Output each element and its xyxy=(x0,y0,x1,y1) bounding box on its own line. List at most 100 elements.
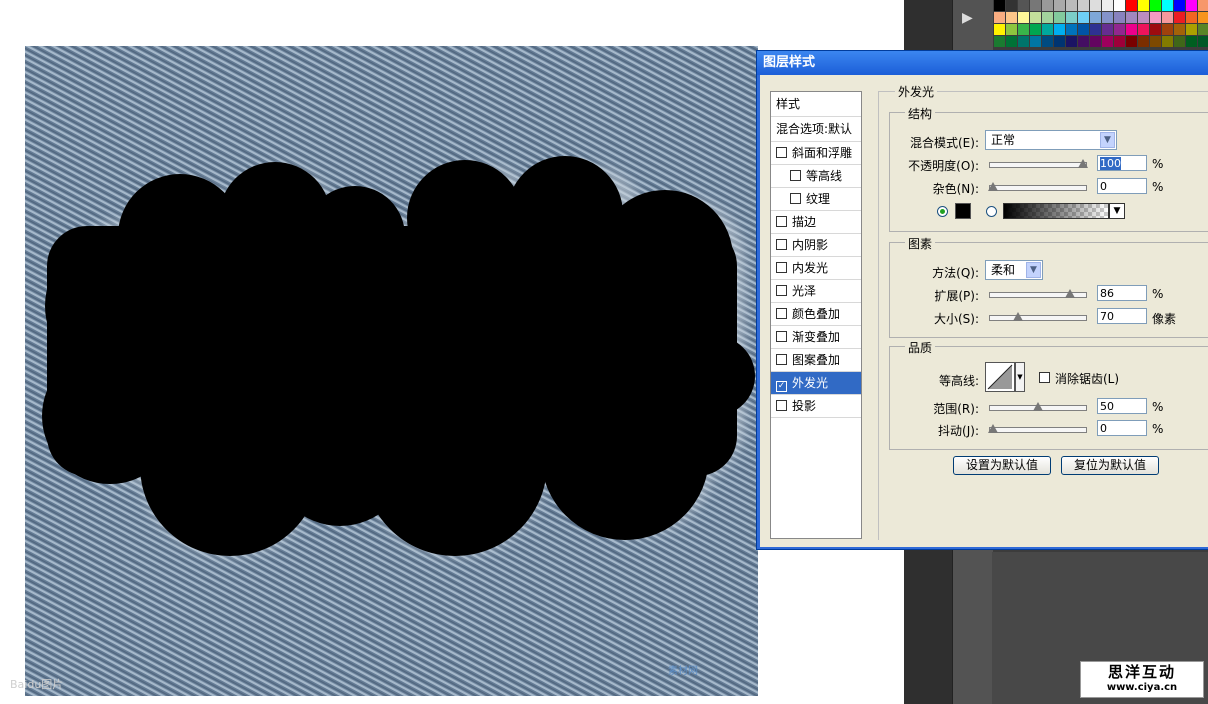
opacity-input[interactable]: 100 xyxy=(1097,155,1147,171)
color-swatch[interactable] xyxy=(1162,12,1173,23)
style-checkbox[interactable] xyxy=(776,354,787,365)
color-swatch[interactable] xyxy=(1198,12,1208,23)
color-swatch[interactable] xyxy=(1030,12,1041,23)
style-checkbox[interactable] xyxy=(776,262,787,273)
color-swatch[interactable] xyxy=(1138,36,1149,47)
color-swatch[interactable] xyxy=(1066,12,1077,23)
antialias-checkbox[interactable] xyxy=(1039,372,1050,383)
color-swatch[interactable] xyxy=(1150,0,1161,11)
color-swatch[interactable] xyxy=(1090,24,1101,35)
color-swatch[interactable] xyxy=(1186,24,1197,35)
color-swatch[interactable] xyxy=(1066,0,1077,11)
color-swatch[interactable] xyxy=(1198,0,1208,11)
noise-slider[interactable] xyxy=(988,182,1087,191)
style-checkbox[interactable] xyxy=(790,170,801,181)
jitter-input[interactable]: 0 xyxy=(1097,420,1147,436)
color-swatch[interactable] xyxy=(1066,36,1077,47)
color-swatch[interactable] xyxy=(1102,12,1113,23)
color-swatch[interactable] xyxy=(994,0,1005,11)
color-swatch[interactable] xyxy=(1054,0,1065,11)
range-input[interactable]: 50 xyxy=(1097,398,1147,414)
color-swatch[interactable] xyxy=(1018,24,1029,35)
color-swatch[interactable] xyxy=(1042,0,1053,11)
color-swatch[interactable] xyxy=(1078,0,1089,11)
color-swatch[interactable] xyxy=(994,12,1005,23)
chevron-down-icon[interactable]: ▼ xyxy=(1015,362,1025,392)
style-checkbox[interactable] xyxy=(776,400,787,411)
opacity-slider-thumb[interactable] xyxy=(1078,159,1088,168)
color-swatch[interactable] xyxy=(1030,36,1041,47)
color-swatch[interactable] xyxy=(1030,0,1041,11)
style-list-item[interactable]: 图案叠加 xyxy=(771,349,861,372)
swatches-panel[interactable] xyxy=(994,0,1208,48)
color-swatch[interactable] xyxy=(1126,36,1137,47)
range-slider[interactable] xyxy=(989,402,1087,411)
color-swatch[interactable] xyxy=(1054,24,1065,35)
color-swatch[interactable] xyxy=(1126,12,1137,23)
color-swatch[interactable] xyxy=(1198,36,1208,47)
color-swatch[interactable] xyxy=(1186,0,1197,11)
color-swatch[interactable] xyxy=(1102,36,1113,47)
style-checkbox[interactable] xyxy=(776,331,787,342)
color-swatch[interactable] xyxy=(1126,24,1137,35)
color-swatch[interactable] xyxy=(1114,12,1125,23)
color-swatch[interactable] xyxy=(1090,36,1101,47)
range-slider-thumb[interactable] xyxy=(1033,402,1043,411)
color-swatch[interactable] xyxy=(1114,0,1125,11)
style-list-item[interactable]: 内阴影 xyxy=(771,234,861,257)
color-swatch[interactable] xyxy=(1174,0,1185,11)
play-icon[interactable]: ▶ xyxy=(962,10,973,26)
color-swatch[interactable] xyxy=(1090,0,1101,11)
color-swatch[interactable] xyxy=(1174,24,1185,35)
chevron-down-icon[interactable]: ▼ xyxy=(1109,203,1125,219)
contour-picker[interactable] xyxy=(985,362,1015,392)
noise-input[interactable]: 0 xyxy=(1097,178,1147,194)
noise-slider-thumb[interactable] xyxy=(988,182,998,191)
color-swatch[interactable] xyxy=(1018,0,1029,11)
color-swatch[interactable] xyxy=(1198,24,1208,35)
color-swatch[interactable] xyxy=(994,24,1005,35)
color-swatch[interactable] xyxy=(994,36,1005,47)
make-default-button[interactable]: 设置为默认值 xyxy=(953,456,1051,475)
jitter-slider[interactable] xyxy=(988,424,1087,433)
color-swatch[interactable] xyxy=(1114,36,1125,47)
color-swatch[interactable] xyxy=(1102,0,1113,11)
color-swatch[interactable] xyxy=(1162,36,1173,47)
color-swatch[interactable] xyxy=(1150,12,1161,23)
style-list-item[interactable]: 渐变叠加 xyxy=(771,326,861,349)
color-swatch[interactable] xyxy=(1174,36,1185,47)
color-swatch[interactable] xyxy=(1078,24,1089,35)
color-swatch[interactable] xyxy=(1138,24,1149,35)
color-swatch[interactable] xyxy=(1066,24,1077,35)
color-swatch[interactable] xyxy=(1138,12,1149,23)
color-swatch[interactable] xyxy=(1138,0,1149,11)
color-swatch[interactable] xyxy=(1042,36,1053,47)
size-slider-thumb[interactable] xyxy=(1013,312,1024,321)
spread-slider-thumb[interactable] xyxy=(1065,289,1076,298)
color-swatch[interactable] xyxy=(1186,36,1197,47)
color-swatch[interactable] xyxy=(1150,24,1161,35)
color-swatch[interactable] xyxy=(1054,36,1065,47)
color-swatch[interactable] xyxy=(1114,24,1125,35)
gradient-radio[interactable] xyxy=(986,206,997,217)
style-checkbox[interactable] xyxy=(776,147,787,158)
document-canvas[interactable] xyxy=(25,46,758,696)
style-checkbox[interactable] xyxy=(776,308,787,319)
glow-color-swatch[interactable] xyxy=(955,203,971,219)
size-input[interactable]: 70 xyxy=(1097,308,1147,324)
style-list-header[interactable]: 样式 xyxy=(771,92,861,117)
style-list-item[interactable]: ✓ 外发光 xyxy=(771,372,861,395)
gradient-picker[interactable] xyxy=(1003,203,1109,219)
color-swatch[interactable] xyxy=(1078,12,1089,23)
style-list-item[interactable]: 等高线 xyxy=(771,165,861,188)
color-swatch[interactable] xyxy=(1186,12,1197,23)
color-swatch[interactable] xyxy=(1018,12,1029,23)
color-swatch[interactable] xyxy=(1078,36,1089,47)
style-list-item[interactable]: 投影 xyxy=(771,395,861,418)
color-swatch[interactable] xyxy=(1006,36,1017,47)
color-swatch[interactable] xyxy=(1126,0,1137,11)
opacity-slider[interactable] xyxy=(989,159,1088,168)
reset-default-button[interactable]: 复位为默认值 xyxy=(1061,456,1159,475)
color-swatch[interactable] xyxy=(1162,0,1173,11)
style-list-item[interactable]: 纹理 xyxy=(771,188,861,211)
